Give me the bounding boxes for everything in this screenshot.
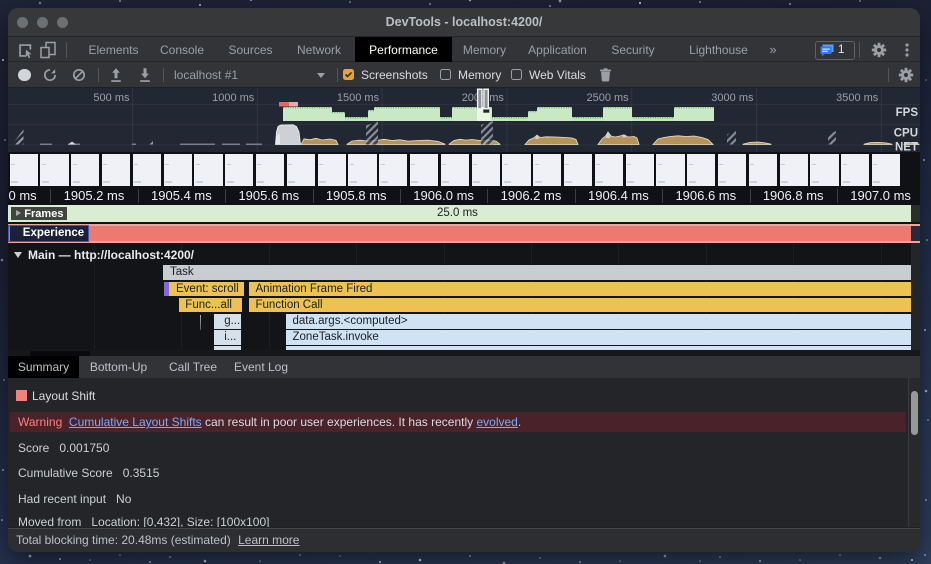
svg-text:3000 ms: 3000 ms	[711, 92, 754, 104]
svg-text:500 ms: 500 ms	[93, 92, 130, 104]
svg-text:3500 ms: 3500 ms	[836, 92, 879, 104]
svg-text:1000 ms: 1000 ms	[212, 92, 255, 104]
svg-text:2000 ms: 2000 ms	[462, 92, 505, 104]
svg-text:CPU: CPU	[894, 128, 918, 140]
svg-text:2500 ms: 2500 ms	[586, 92, 629, 104]
svg-text:FPS: FPS	[896, 107, 919, 119]
svg-text:1500 ms: 1500 ms	[337, 92, 380, 104]
svg-text:NET: NET	[895, 142, 918, 153]
